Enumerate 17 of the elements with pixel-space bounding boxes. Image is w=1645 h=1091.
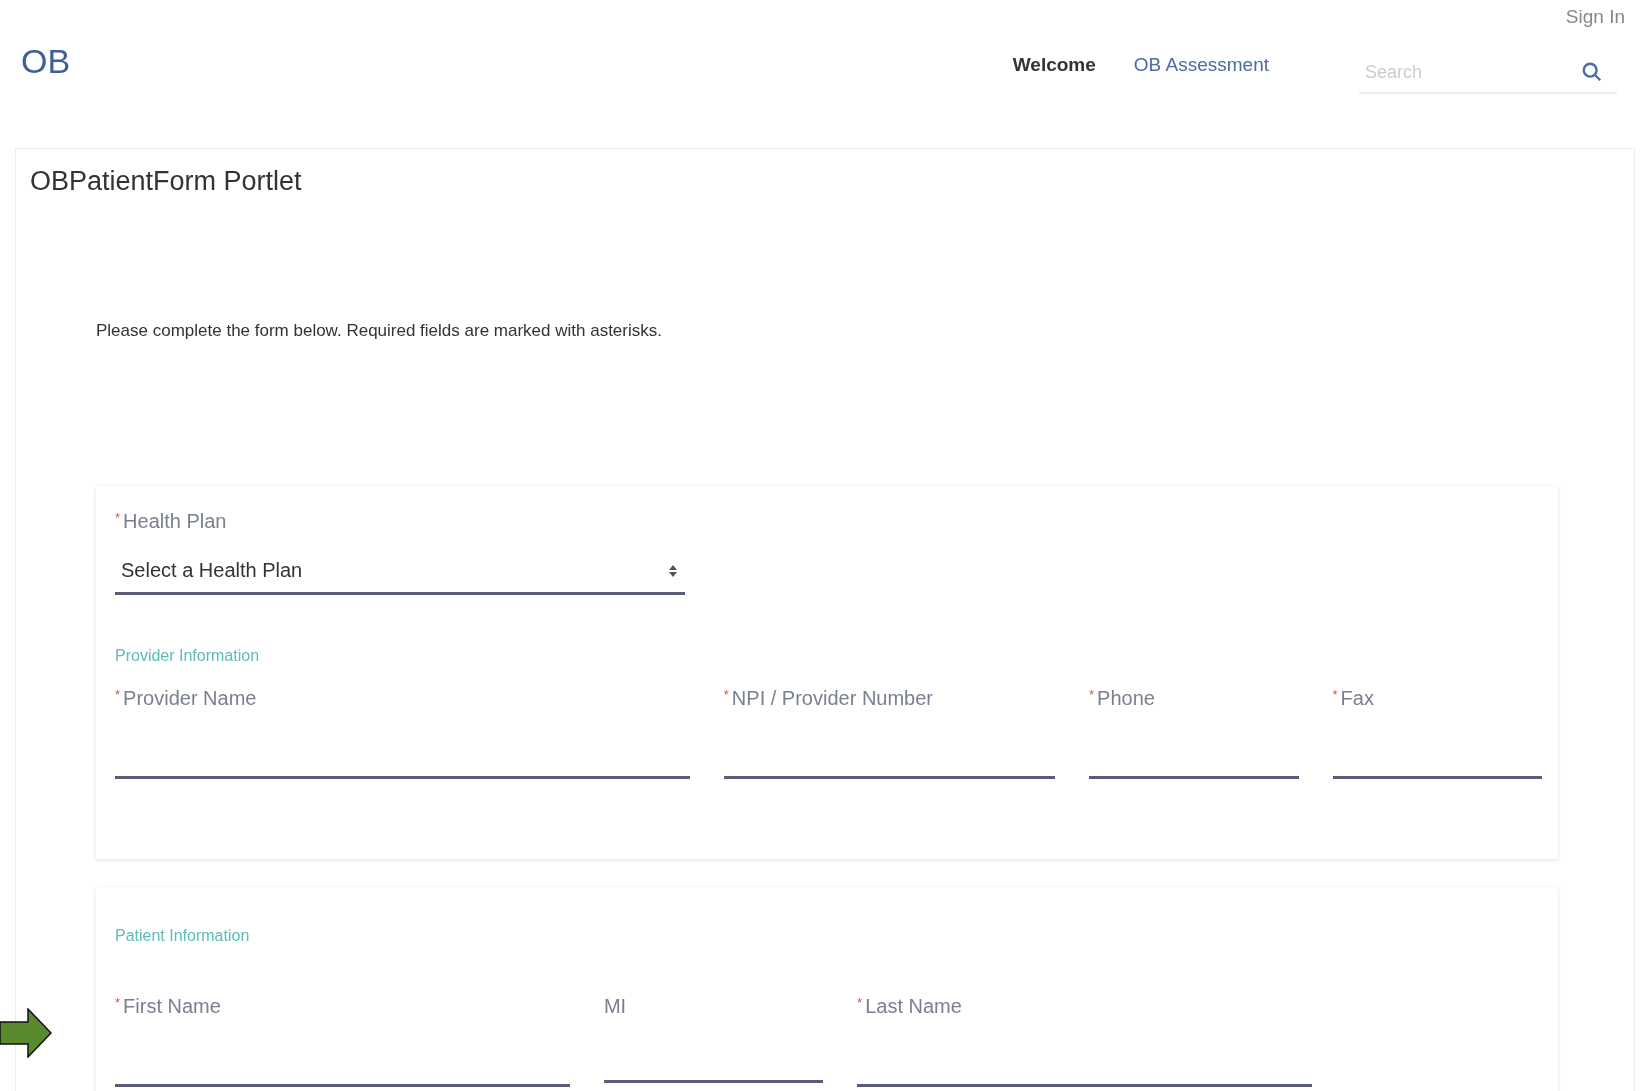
field-label: MI bbox=[603, 995, 628, 1018]
field-label: *NPI / Provider Number bbox=[723, 687, 934, 710]
intro-text: Please complete the form below. Required fields are marked with asterisks. bbox=[96, 321, 663, 341]
nav-link[interactable]: OB Assessment bbox=[1133, 54, 1269, 76]
logo[interactable]: OB bbox=[21, 42, 71, 81]
section-title: Provider Information bbox=[115, 647, 261, 665]
sign-in-link[interactable]: Sign In bbox=[1565, 6, 1625, 28]
field-label: *Phone bbox=[1089, 687, 1156, 710]
portlet-title: OBPatientForm Portlet bbox=[30, 166, 303, 197]
section-title: Patient Information bbox=[115, 927, 251, 945]
health-plan-select[interactable]: Select a Health Plan bbox=[115, 549, 685, 595]
field-label: *Last Name bbox=[857, 995, 963, 1018]
field-label: *Provider Name bbox=[115, 687, 258, 710]
field-label: *Health Plan bbox=[115, 510, 228, 533]
field-label: *First Name bbox=[115, 995, 222, 1018]
field-label: *Fax bbox=[1332, 687, 1375, 710]
nav-link[interactable]: Welcome bbox=[1012, 54, 1096, 76]
